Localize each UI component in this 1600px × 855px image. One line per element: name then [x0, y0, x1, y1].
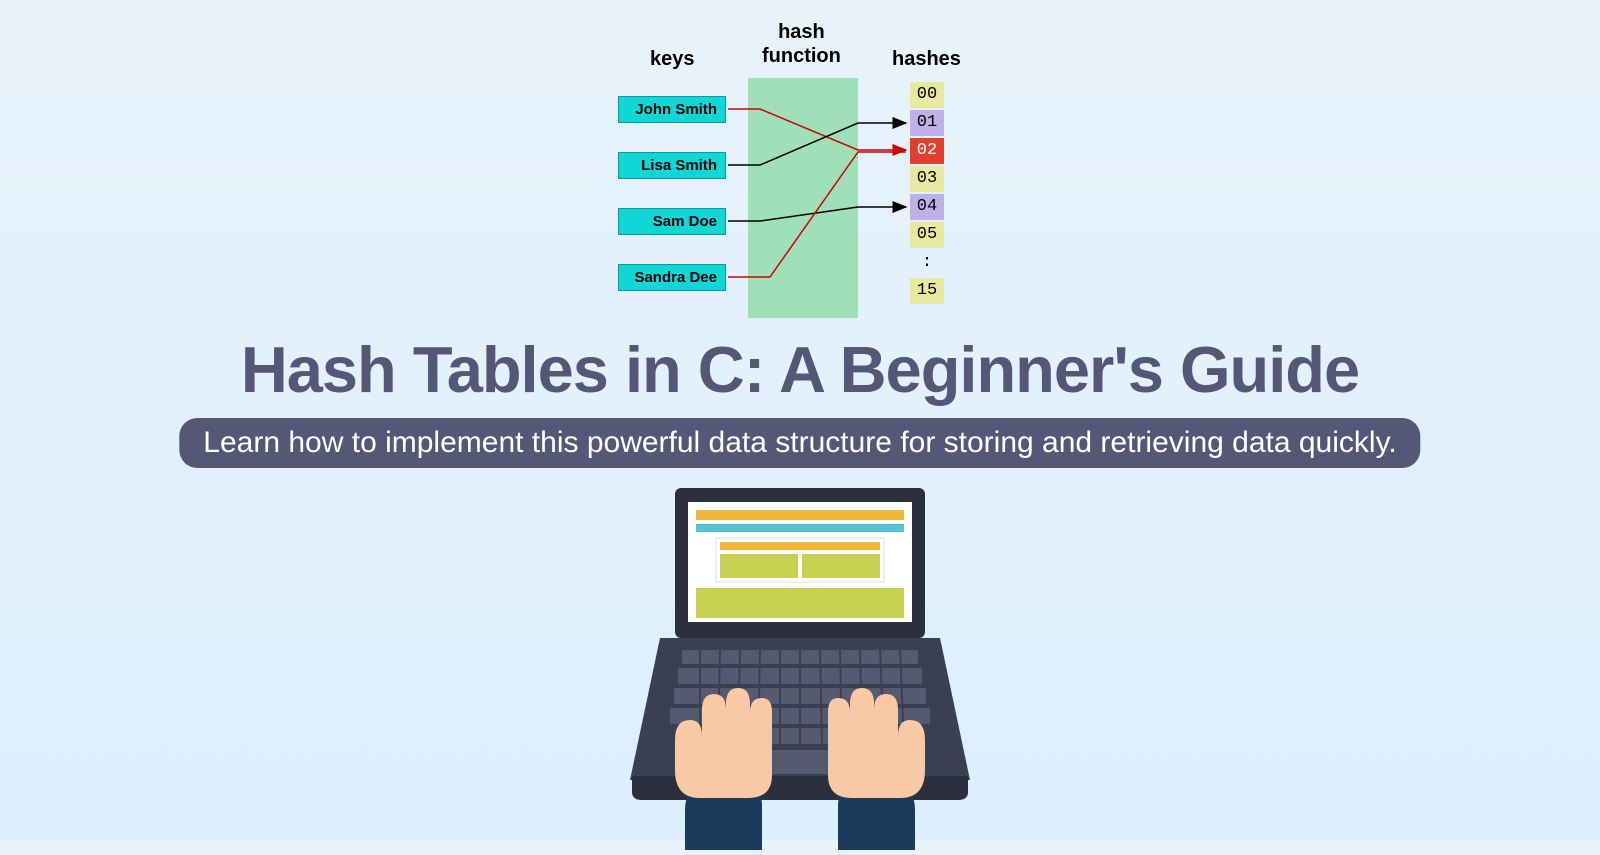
page-subtitle: Learn how to implement this powerful dat…	[179, 418, 1420, 468]
laptop-illustration	[590, 480, 1010, 850]
page-title: Hash Tables in C: A Beginner's Guide	[0, 332, 1600, 407]
diagram-arrows	[610, 20, 990, 330]
hash-diagram: keys hashfunction hashes John Smith Lisa…	[610, 20, 990, 330]
